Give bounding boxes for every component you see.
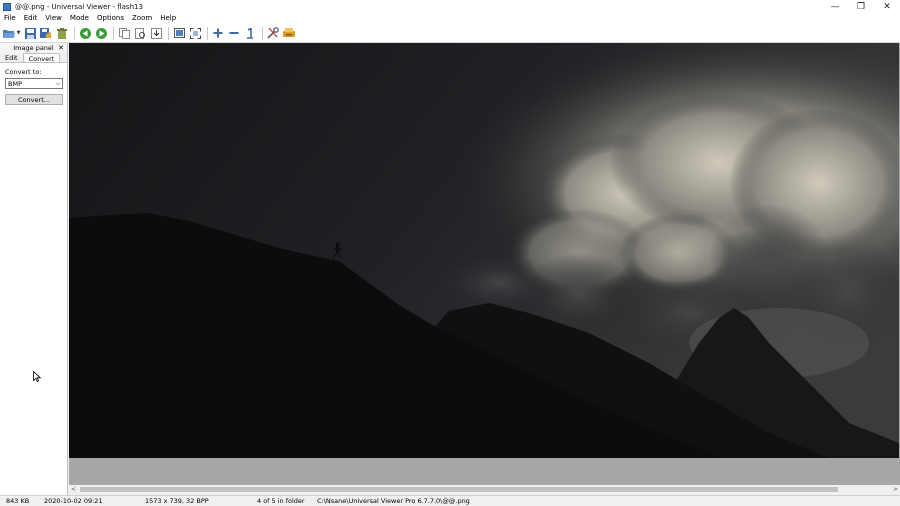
open-icon (3, 29, 15, 38)
minimize-button[interactable]: — (822, 0, 848, 13)
toolbar-separator (262, 26, 263, 40)
scrollbar-thumb[interactable] (80, 487, 838, 492)
image-panel: Image panel ✕ Edit Convert Convert to: B… (0, 43, 68, 495)
panel-title: Image panel (13, 44, 54, 52)
delete-icon (57, 27, 67, 39)
status-date: 2020-10-02 09:21 (44, 497, 103, 505)
save-as-button[interactable] (39, 26, 53, 40)
next-icon (95, 27, 107, 39)
restore-button[interactable]: ❐ (848, 0, 874, 13)
fullscreen-icon (189, 27, 201, 39)
delete-button[interactable] (55, 26, 69, 40)
zoom-out-button[interactable] (227, 26, 241, 40)
print-preview-button[interactable] (133, 26, 147, 40)
original-size-button[interactable] (243, 26, 257, 40)
original-size-icon (247, 27, 253, 39)
next-button[interactable] (94, 26, 108, 40)
scroll-left-icon[interactable]: < (69, 485, 78, 494)
save-icon (24, 27, 36, 39)
open-dropdown[interactable]: ▼ (16, 26, 21, 40)
fit-window-icon (173, 28, 185, 38)
zoom-in-button[interactable] (211, 26, 225, 40)
tab-convert[interactable]: Convert (22, 53, 61, 63)
transform-button[interactable] (282, 26, 296, 40)
scroll-right-icon[interactable]: > (891, 485, 900, 494)
paste-icon (150, 27, 162, 39)
toolbar: ▼ (0, 24, 900, 43)
toolbar-separator (207, 26, 208, 40)
title-bar: @@.png - Universal Viewer - flash13 — ❐ … (0, 0, 900, 13)
paste-button[interactable] (149, 26, 163, 40)
copy-icon (118, 27, 130, 39)
menu-mode[interactable]: Mode (66, 13, 93, 24)
app-icon (3, 2, 11, 11)
menu-options[interactable]: Options (93, 13, 128, 24)
previous-button[interactable] (78, 26, 92, 40)
toolbar-separator (168, 26, 169, 40)
transform-icon (283, 27, 295, 37)
image-viewer[interactable] (69, 43, 900, 485)
open-button[interactable] (2, 26, 16, 40)
panel-header: Image panel ✕ (0, 43, 67, 53)
chevron-down-icon: ⌵ (55, 79, 60, 87)
fullscreen-button[interactable] (188, 26, 202, 40)
settings-button[interactable] (266, 26, 280, 40)
menu-bar: File Edit View Mode Options Zoom Help (0, 13, 900, 24)
menu-help[interactable]: Help (156, 13, 180, 24)
previous-icon (79, 27, 91, 39)
copy-button[interactable] (117, 26, 131, 40)
menu-edit[interactable]: Edit (20, 13, 42, 24)
zoom-out-icon (229, 32, 239, 34)
window-title: @@.png - Universal Viewer - flash13 (15, 2, 143, 11)
status-path: C:\Nsane\Universal Viewer Pro 6.7.7.0\@@… (317, 497, 470, 505)
convert-to-label: Convert to: (5, 68, 42, 76)
menu-zoom[interactable]: Zoom (128, 13, 156, 24)
status-position: 4 of 5 in folder (257, 497, 305, 505)
panel-tabs: Edit Convert (0, 53, 67, 63)
status-image-info: 1573 x 739, 32 BPP (145, 497, 209, 505)
window-controls: — ❐ ✕ (822, 0, 900, 13)
close-button[interactable]: ✕ (874, 0, 900, 13)
save-button[interactable] (23, 26, 37, 40)
fit-window-button[interactable] (172, 26, 186, 40)
format-select[interactable]: BMP ⌵ (5, 78, 63, 89)
status-file-size: 843 KB (6, 497, 30, 505)
panel-close-icon[interactable]: ✕ (58, 43, 64, 53)
toolbar-separator (113, 26, 114, 40)
landscape-photo (69, 43, 899, 458)
tab-edit[interactable]: Edit (0, 53, 23, 62)
save-as-icon (40, 27, 51, 38)
zoom-in-icon (213, 28, 223, 38)
settings-icon (267, 27, 279, 39)
horizontal-scrollbar[interactable]: < > (69, 485, 900, 494)
menu-file[interactable]: File (0, 13, 20, 24)
mouse-cursor-icon (33, 371, 41, 382)
format-select-value: BMP (8, 79, 22, 88)
print-preview-icon (134, 27, 145, 39)
menu-view[interactable]: View (41, 13, 66, 24)
toolbar-separator (74, 26, 75, 40)
convert-button[interactable]: Convert... (5, 94, 63, 105)
status-bar: 843 KB 2020-10-02 09:21 1573 x 739, 32 B… (0, 495, 900, 506)
